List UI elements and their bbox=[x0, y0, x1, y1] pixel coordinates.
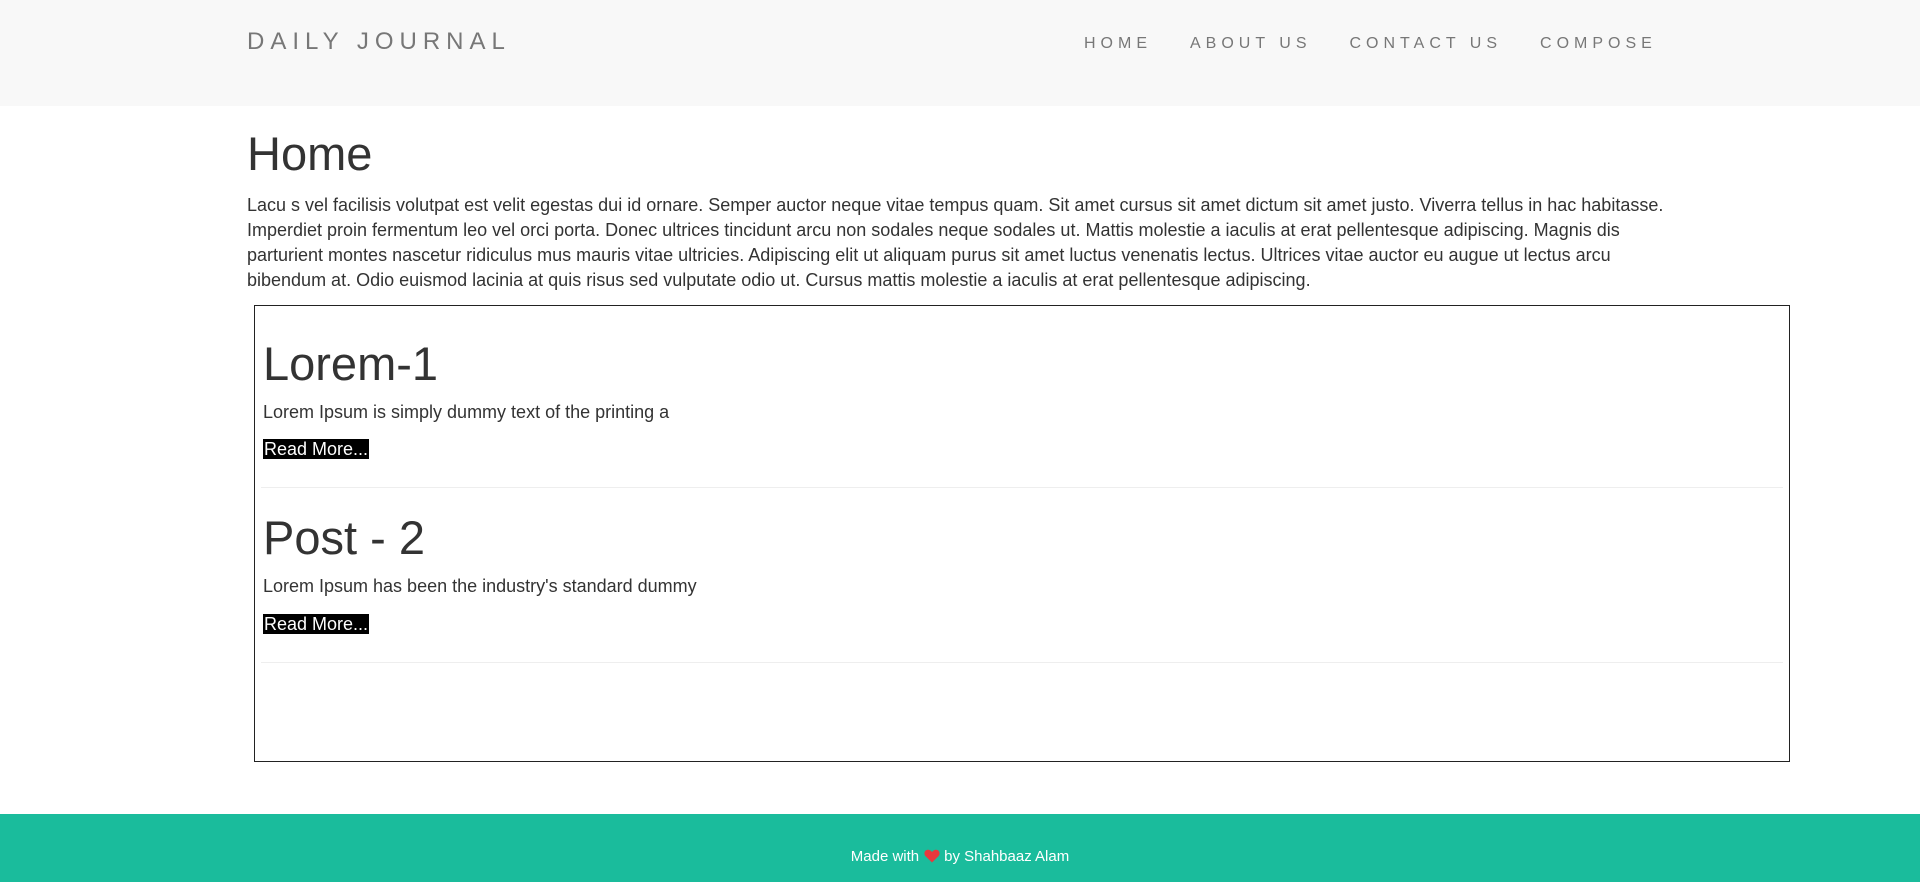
post-item: Post - 2 Lorem Ipsum has been the indust… bbox=[261, 488, 1783, 663]
read-more-link[interactable]: Read More... bbox=[263, 439, 370, 459]
navbar: DAILY JOURNAL HOME ABOUT US CONTACT US C… bbox=[0, 0, 1920, 106]
brand-logo[interactable]: DAILY JOURNAL bbox=[247, 28, 511, 56]
nav-item-compose: COMPOSE bbox=[1540, 35, 1657, 53]
footer-prefix: Made with bbox=[850, 848, 920, 865]
nav-link-compose[interactable]: COMPOSE bbox=[1540, 35, 1657, 52]
footer-suffix: by Shahbaaz Alam bbox=[944, 848, 1070, 865]
nav-link-home[interactable]: HOME bbox=[1084, 35, 1152, 52]
read-more-link[interactable]: Read More... bbox=[263, 614, 370, 634]
nav-item-about-us: ABOUT US bbox=[1190, 35, 1312, 53]
nav-links: HOME ABOUT US CONTACT US COMPOSE bbox=[1084, 35, 1657, 53]
nav-item-contact-us: CONTACT US bbox=[1350, 35, 1503, 53]
nav-link-contact-us[interactable]: CONTACT US bbox=[1350, 35, 1503, 52]
intro-paragraph: Lacu s vel facilisis volutpat est velit … bbox=[247, 195, 1664, 290]
post-excerpt: Lorem Ipsum has been the industry's stan… bbox=[263, 576, 697, 596]
post-excerpt: Lorem Ipsum is simply dummy text of the … bbox=[263, 402, 670, 422]
post-title: Lorem-1 bbox=[263, 337, 439, 390]
post-item: Lorem-1 Lorem Ipsum is simply dummy text… bbox=[261, 306, 1783, 488]
footer-credit: Made with by Shahbaaz Alam bbox=[0, 848, 1920, 867]
page-title: Home bbox=[247, 127, 373, 180]
posts-container: Lorem-1 Lorem Ipsum is simply dummy text… bbox=[254, 305, 1790, 762]
post-title: Post - 2 bbox=[263, 511, 425, 564]
heart-icon bbox=[924, 849, 940, 867]
nav-item-home: HOME bbox=[1084, 35, 1152, 53]
footer: Made with by Shahbaaz Alam bbox=[0, 814, 1920, 882]
nav-link-about-us[interactable]: ABOUT US bbox=[1190, 35, 1312, 52]
